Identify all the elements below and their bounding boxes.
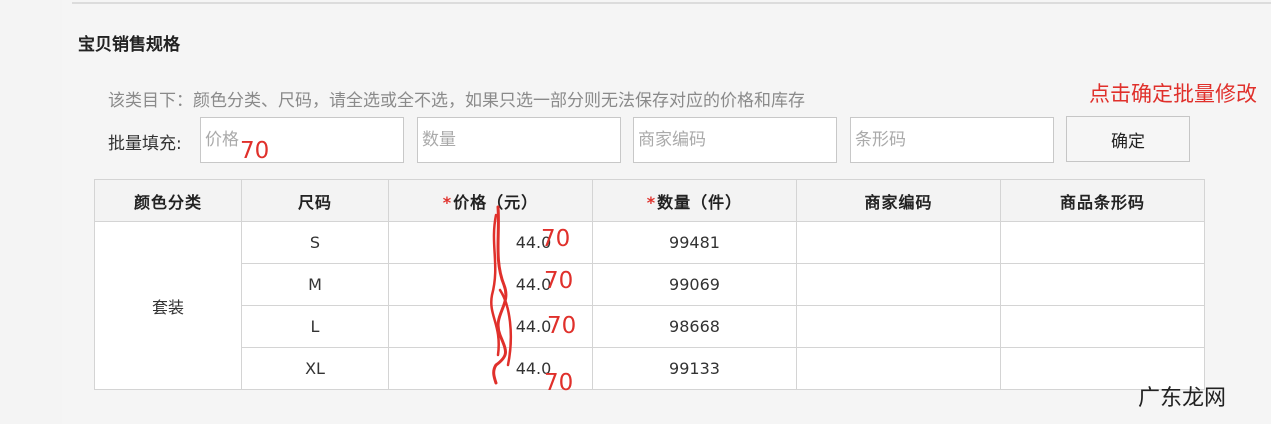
header-color: 颜色分类 bbox=[94, 179, 242, 222]
scribble-annotation bbox=[490, 205, 513, 385]
batch-barcode-input[interactable] bbox=[850, 117, 1054, 163]
merchant-code-cell[interactable] bbox=[796, 347, 1001, 390]
batch-qty-input[interactable] bbox=[417, 117, 621, 163]
qty-cell[interactable]: 99481 bbox=[592, 221, 797, 264]
header-merchant-code: 商家编码 bbox=[796, 179, 1001, 222]
annotation-hint: 点击确定批量修改 bbox=[1089, 82, 1257, 106]
sku-table: 颜色分类 尺码 *价格（元） *数量（件） 商家编码 商品条形码 套装 S 44… bbox=[94, 179, 1205, 390]
barcode-cell[interactable] bbox=[1000, 263, 1205, 306]
size-cell: XL bbox=[241, 347, 389, 390]
table-header-row: 颜色分类 尺码 *价格（元） *数量（件） 商家编码 商品条形码 bbox=[94, 179, 1205, 222]
header-qty: *数量（件） bbox=[592, 179, 797, 222]
barcode-cell[interactable] bbox=[1000, 305, 1205, 348]
table-row: L 44.0 98668 bbox=[95, 305, 1205, 348]
size-cell: L bbox=[241, 305, 389, 348]
table-row: M 44.0 99069 bbox=[95, 263, 1205, 306]
merchant-code-cell[interactable] bbox=[796, 263, 1001, 306]
qty-cell[interactable]: 99069 bbox=[592, 263, 797, 306]
left-strip bbox=[0, 0, 62, 424]
table-row: 套装 S 44.0 99481 bbox=[94, 221, 1205, 390]
handwritten-batch-price: 70 bbox=[240, 138, 270, 164]
required-mark: * bbox=[442, 192, 453, 212]
handwritten-price-4: 70 bbox=[544, 370, 574, 396]
merchant-code-cell[interactable] bbox=[796, 221, 1001, 264]
batch-merchant-code-input[interactable] bbox=[633, 117, 837, 163]
merchant-code-cell[interactable] bbox=[796, 305, 1001, 348]
required-mark: * bbox=[646, 192, 657, 212]
confirm-button[interactable]: 确定 bbox=[1066, 116, 1190, 162]
handwritten-price-1: 70 bbox=[541, 226, 571, 252]
section-title: 宝贝销售规格 bbox=[78, 35, 180, 55]
watermark: 广东龙网 bbox=[1138, 386, 1227, 411]
batch-fill-label: 批量填充: bbox=[108, 134, 182, 154]
header-size: 尺码 bbox=[241, 179, 389, 222]
qty-cell[interactable]: 98668 bbox=[592, 305, 797, 348]
header-qty-label: 数量（件） bbox=[657, 192, 743, 212]
category-note: 该类目下：颜色分类、尺码，请全选或全不选，如果只选一部分则无法保存对应的价格和库… bbox=[108, 91, 805, 111]
handwritten-price-3: 70 bbox=[547, 313, 577, 339]
color-cell: 套装 bbox=[94, 221, 242, 390]
qty-cell[interactable]: 99133 bbox=[592, 347, 797, 390]
barcode-cell[interactable] bbox=[1000, 221, 1205, 264]
top-divider bbox=[72, 2, 1271, 4]
size-cell: S bbox=[241, 221, 389, 264]
batch-price-input[interactable] bbox=[200, 117, 404, 163]
handwritten-price-2: 70 bbox=[544, 268, 574, 294]
size-cell: M bbox=[241, 263, 389, 306]
header-barcode: 商品条形码 bbox=[1000, 179, 1205, 222]
table-row: XL 44.0 99133 bbox=[95, 347, 1205, 390]
